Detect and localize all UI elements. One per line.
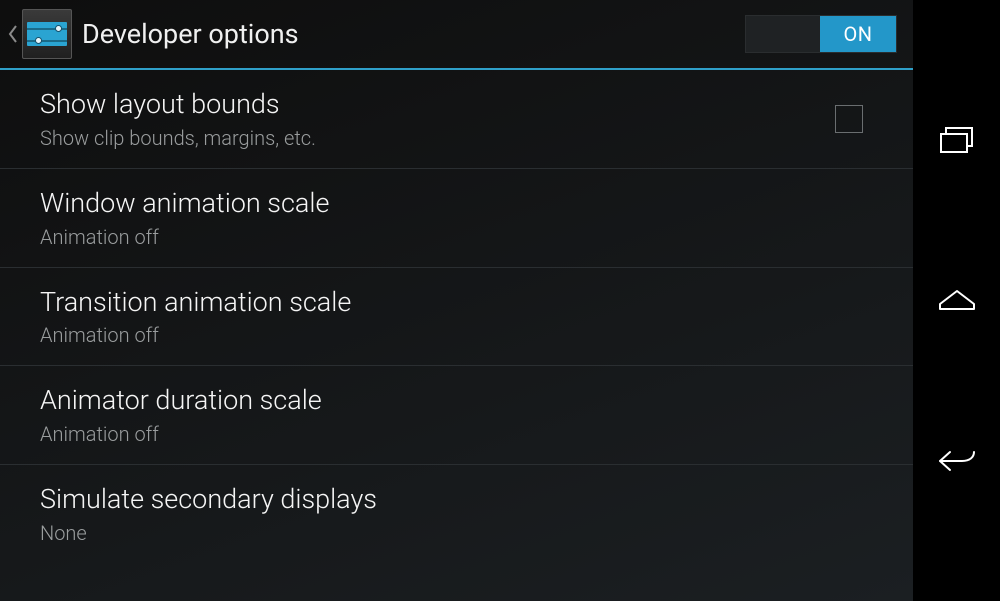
checkbox-show-layout-bounds[interactable] <box>835 105 863 133</box>
setting-subtitle: Animation off <box>40 422 873 446</box>
settings-list: Show layout bounds Show clip bounds, mar… <box>0 70 913 601</box>
setting-transition-animation-scale[interactable]: Transition animation scale Animation off <box>0 268 913 367</box>
home-icon[interactable] <box>933 276 981 324</box>
setting-subtitle: None <box>40 521 873 545</box>
setting-title: Transition animation scale <box>40 286 873 320</box>
setting-subtitle: Animation off <box>40 225 873 249</box>
setting-subtitle: Show clip bounds, margins, etc. <box>40 126 835 150</box>
developer-options-toggle[interactable]: ON <box>745 15 897 53</box>
recent-apps-icon[interactable] <box>933 116 981 164</box>
setting-simulate-secondary-displays[interactable]: Simulate secondary displays None <box>0 465 913 563</box>
setting-show-layout-bounds[interactable]: Show layout bounds Show clip bounds, mar… <box>0 70 913 169</box>
up-caret-icon[interactable] <box>6 22 20 46</box>
setting-title: Window animation scale <box>40 187 873 221</box>
setting-subtitle: Animation off <box>40 323 873 347</box>
setting-title: Show layout bounds <box>40 88 835 122</box>
setting-title: Animator duration scale <box>40 384 873 418</box>
system-nav-bar <box>913 0 1000 601</box>
setting-animator-duration-scale[interactable]: Animator duration scale Animation off <box>0 366 913 465</box>
setting-window-animation-scale[interactable]: Window animation scale Animation off <box>0 169 913 268</box>
toggle-on-label: ON <box>820 16 896 52</box>
page-title: Developer options <box>82 18 745 50</box>
setting-title: Simulate secondary displays <box>40 483 873 517</box>
settings-app-icon[interactable] <box>22 9 72 59</box>
action-bar: Developer options ON <box>0 0 913 70</box>
back-icon[interactable] <box>933 437 981 485</box>
